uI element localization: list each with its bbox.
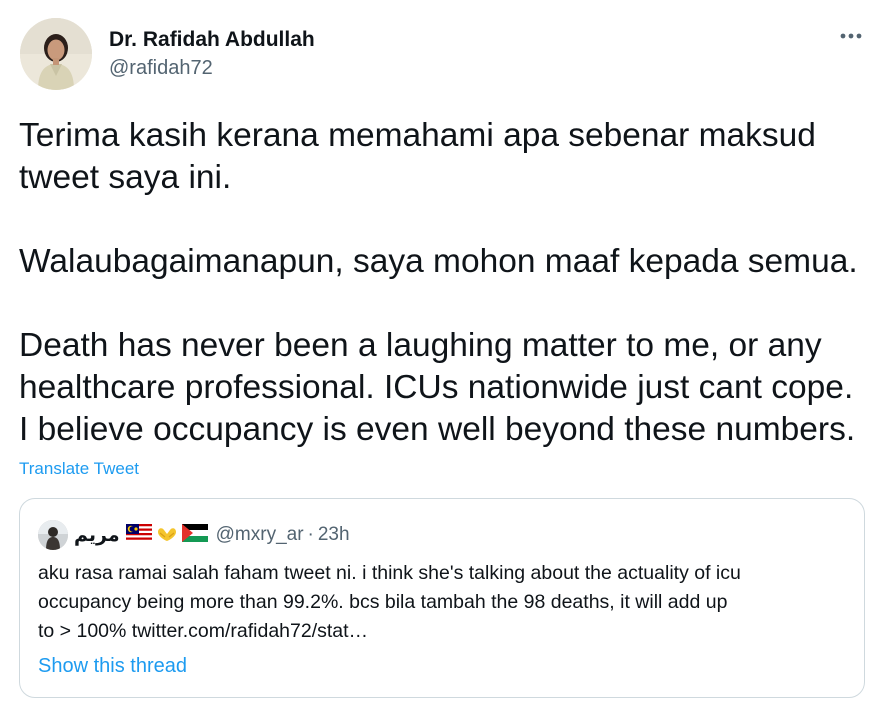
tweet-card: Dr. Rafidah Abdullah @rafidah72 Terima k… (0, 0, 885, 716)
quoted-tweet-header: مريم @mxry_ar · 23h (38, 519, 350, 551)
profile-photo (20, 18, 92, 90)
tweet-text-line: healthcare professional. ICUs nationwide… (19, 369, 854, 406)
author-avatar[interactable] (20, 18, 92, 90)
palestine-flag-icon (181, 523, 208, 547)
more-dots-icon (840, 33, 862, 39)
show-thread-link[interactable]: Show this thread (38, 652, 187, 680)
tweet-text-line: I believe occupancy is even well beyond … (19, 411, 856, 448)
quoted-tweet[interactable]: مريم @mxry_ar · 23h aku rasa ramai salah… (19, 498, 865, 698)
tweet-text-line: Terima kasih kerana memahami apa sebenar… (19, 117, 816, 154)
quoted-author-avatar (38, 520, 68, 550)
author-block: Dr. Rafidah Abdullah @rafidah72 (109, 26, 315, 82)
quoted-tweet-time[interactable]: 23h (318, 524, 350, 546)
quoted-author-display-name: مريم (74, 524, 120, 546)
quoted-text-line: aku rasa ramai salah faham tweet ni. i t… (38, 562, 741, 584)
quoted-text-line: to > 100% twitter.com/rafidah72/stat… (38, 620, 369, 642)
tweet-text-line: Death has never been a laughing matter t… (19, 327, 822, 364)
translate-tweet-link[interactable]: Translate Tweet (19, 458, 139, 480)
quoted-tweet-body: aku rasa ramai salah faham tweet ni. i t… (38, 559, 853, 646)
author-handle[interactable]: @rafidah72 (109, 54, 315, 82)
tweet-text-line: Walaubagaimanapun, saya mohon maaf kepad… (19, 243, 858, 280)
malaysia-flag-icon (125, 523, 152, 547)
quoted-text-line: occupancy being more than 99.2%. bcs bil… (38, 591, 728, 613)
separator-dot: · (307, 524, 314, 545)
heart-hands-icon (156, 524, 178, 547)
author-display-name[interactable]: Dr. Rafidah Abdullah (109, 26, 315, 54)
tweet-text-line: tweet saya ini. (19, 159, 232, 196)
quoted-author-handle: @mxry_ar (215, 524, 304, 545)
quoted-profile-photo (38, 520, 68, 550)
more-options-button[interactable] (837, 22, 865, 50)
tweet-body: Terima kasih kerana memahami apa sebenar… (19, 115, 879, 451)
